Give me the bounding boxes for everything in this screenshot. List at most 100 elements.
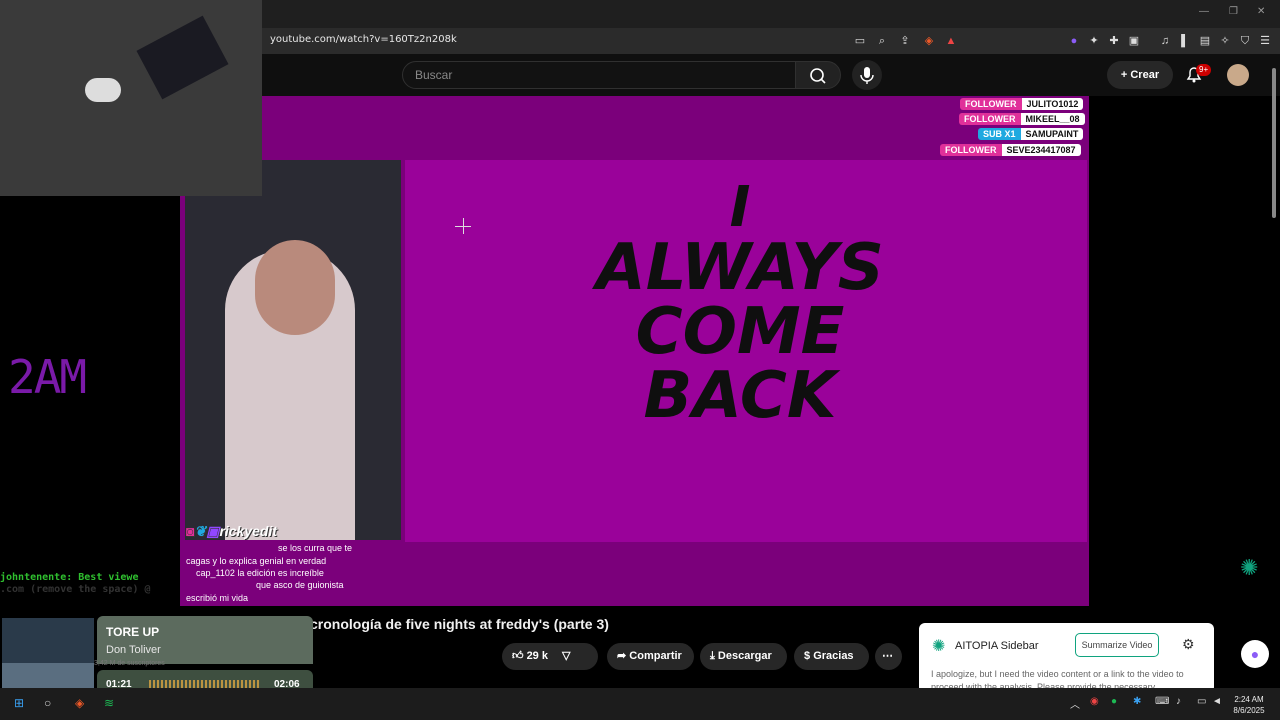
puzzle-icon[interactable]: ✚ — [1106, 33, 1122, 49]
scrollbar-thumb[interactable] — [1272, 68, 1276, 218]
tray-app-icon[interactable]: ◉ — [1090, 696, 1099, 707]
leo-icon[interactable]: ✧ — [1217, 33, 1233, 49]
thumbs-down-icon: ▽ — [561, 650, 571, 662]
vpn-icon[interactable]: ⛉ — [1237, 33, 1253, 49]
volume-icon[interactable]: ◄ — [1212, 696, 1222, 707]
download-label: Descargar — [717, 650, 772, 662]
voice-search-button[interactable] — [852, 60, 882, 90]
thanks-label: Gracias — [813, 650, 854, 662]
search-icon — [810, 68, 826, 84]
thanks-icon: $ — [804, 650, 814, 662]
create-button[interactable]: + Crear — [1107, 61, 1173, 89]
video-text-line: I — [729, 175, 751, 240]
chat-line: se los curra que te — [278, 543, 353, 553]
extension-2-icon[interactable]: ✦ — [1086, 33, 1102, 49]
album-cover — [2, 618, 94, 698]
sidebar-icon[interactable]: ▌ — [1177, 33, 1193, 49]
clock-date: 8/6/2025 — [1233, 706, 1265, 715]
alert-kind: FOLLOWER — [940, 144, 1002, 156]
ticker-line: .com (remove the space) @ — [0, 584, 151, 595]
create-label: Crear — [1130, 69, 1160, 81]
track-title: TORE UP — [106, 625, 160, 639]
keyboard-icon[interactable]: ⌨ — [1155, 696, 1169, 707]
subscriber-count: 3,42 M de suscriptores — [94, 660, 165, 667]
aitopia-title: AITOPIA Sidebar — [955, 640, 1039, 652]
minimize-icon[interactable]: — — [1199, 6, 1209, 17]
cursor-crosshair — [463, 218, 464, 234]
summarize-video-button[interactable]: Summarize Video — [1075, 633, 1159, 657]
video-artwork-text: I ALWAYS COME BACK — [590, 175, 890, 433]
wallet-icon[interactable]: ▤ — [1197, 33, 1213, 49]
track-artist: Don Toliver — [106, 644, 161, 656]
chat-line: que asco de guionista — [256, 580, 344, 590]
notification-badge: 9+ — [1196, 64, 1212, 76]
scrollbar[interactable] — [1270, 56, 1278, 220]
overlay-ticker: johntenente: Best viewe .com (remove the… — [0, 572, 180, 596]
chatgpt-icon[interactable]: ✺ — [1240, 555, 1266, 581]
url-field[interactable]: youtube.com/watch?v=160Tz2n208k — [270, 34, 457, 45]
spotify-taskbar-icon[interactable]: ≋ — [104, 696, 114, 710]
desk-camera — [0, 0, 262, 196]
settings-icon[interactable]: ⚙ — [1182, 636, 1195, 653]
ticker-line: johntenente: Best viewe — [0, 572, 139, 583]
download-button[interactable]: ⤓ Descargar — [700, 643, 787, 670]
share-button[interactable]: ➦ Compartir — [607, 643, 694, 670]
alert-kind: FOLLOWER — [960, 98, 1022, 110]
chat-line: cagas y lo explica genial en verdad — [186, 556, 327, 566]
brave-rewards-icon[interactable]: ▲ — [943, 33, 959, 49]
zoom-icon[interactable]: ⌕ — [874, 33, 890, 49]
tray-chevron-icon[interactable]: ︿ — [1070, 696, 1080, 711]
handle-text: rickyedit — [219, 523, 278, 539]
like-button[interactable]: 👍︎ 29 k ▽ — [502, 643, 598, 670]
menu-icon[interactable]: ☰ — [1257, 33, 1273, 49]
more-button[interactable]: ⋯ — [875, 643, 902, 670]
streamer-webcam — [185, 160, 401, 540]
video-text-line: COME — [635, 295, 845, 369]
avatar[interactable] — [1227, 64, 1249, 86]
twitter-icon: ❦ — [194, 523, 207, 539]
share-icon: ➦ — [617, 650, 630, 662]
taskbar-clock[interactable]: 2:24 AM 8/6/2025 — [1224, 694, 1274, 716]
windows-start-icon[interactable]: ⊞ — [14, 696, 24, 710]
close-icon[interactable]: ✕ — [1257, 6, 1265, 17]
tray-spotify-icon[interactable]: ● — [1111, 696, 1117, 707]
plus-icon: + — [1120, 69, 1131, 81]
brave-taskbar-icon[interactable]: ◈ — [75, 696, 84, 710]
alert-kind: FOLLOWER — [959, 113, 1021, 125]
alert-user: MIKEEL__08 — [1020, 113, 1085, 125]
download-icon: ⤓ — [710, 650, 718, 662]
alert-user: SAMUPAINT — [1020, 128, 1084, 140]
stream-alert: FOLLOWER JULITO1012 — [960, 98, 1084, 110]
alert-kind: SUB X1 — [978, 128, 1021, 140]
brave-shield-icon[interactable]: ◈ — [921, 33, 937, 49]
aitopia-logo-icon: ✺ — [932, 638, 946, 655]
mic-tray-icon[interactable]: ♪ — [1176, 696, 1181, 707]
extension-3-icon[interactable]: ▣ — [1126, 33, 1142, 49]
alert-user: SEVE234417087 — [1001, 144, 1081, 156]
stream-alert: SUB X1 SAMUPAINT — [978, 128, 1084, 140]
stream-alert: FOLLOWER MIKEEL__08 — [959, 113, 1085, 125]
bluetooth-icon[interactable]: ✱ — [1133, 696, 1141, 707]
media-icon[interactable]: ♫ — [1157, 33, 1173, 49]
search-input[interactable]: Buscar — [402, 61, 796, 89]
taskbar: ⊞ ○ ◈ ≋ ︿ ◉ ● ✱ ⌨ ♪ ▭ ◄ — [0, 688, 1280, 720]
extension-icon[interactable]: ● — [1066, 33, 1082, 49]
brain-icon[interactable]: ● — [1241, 640, 1269, 668]
network-icon[interactable]: ▭ — [1197, 696, 1206, 707]
more-icon: ⋯ — [882, 650, 893, 662]
share-label: Compartir — [629, 650, 682, 662]
twitch-icon: ▣ — [206, 523, 220, 539]
cast-icon[interactable]: ▭ — [852, 33, 868, 49]
thanks-button[interactable]: $ Gracias — [794, 643, 869, 670]
now-playing-panel: TORE UP Don Toliver — [97, 616, 313, 664]
search-button[interactable] — [795, 61, 841, 89]
restore-icon[interactable]: ❐ — [1229, 6, 1238, 17]
mic-icon — [860, 67, 874, 84]
aitopia-sidebar: ✺ AITOPIA Sidebar ⚙ I apologize, but I n… — [919, 623, 1214, 693]
video-text-line: BACK — [643, 359, 837, 433]
search-taskbar-icon[interactable]: ○ — [44, 696, 51, 710]
video-text-line: ALWAYS — [596, 231, 884, 305]
share-icon[interactable]: ⇪ — [897, 33, 913, 49]
clock-time: 2:24 AM — [1234, 695, 1264, 704]
overlay-clock: 2AM — [8, 350, 87, 404]
